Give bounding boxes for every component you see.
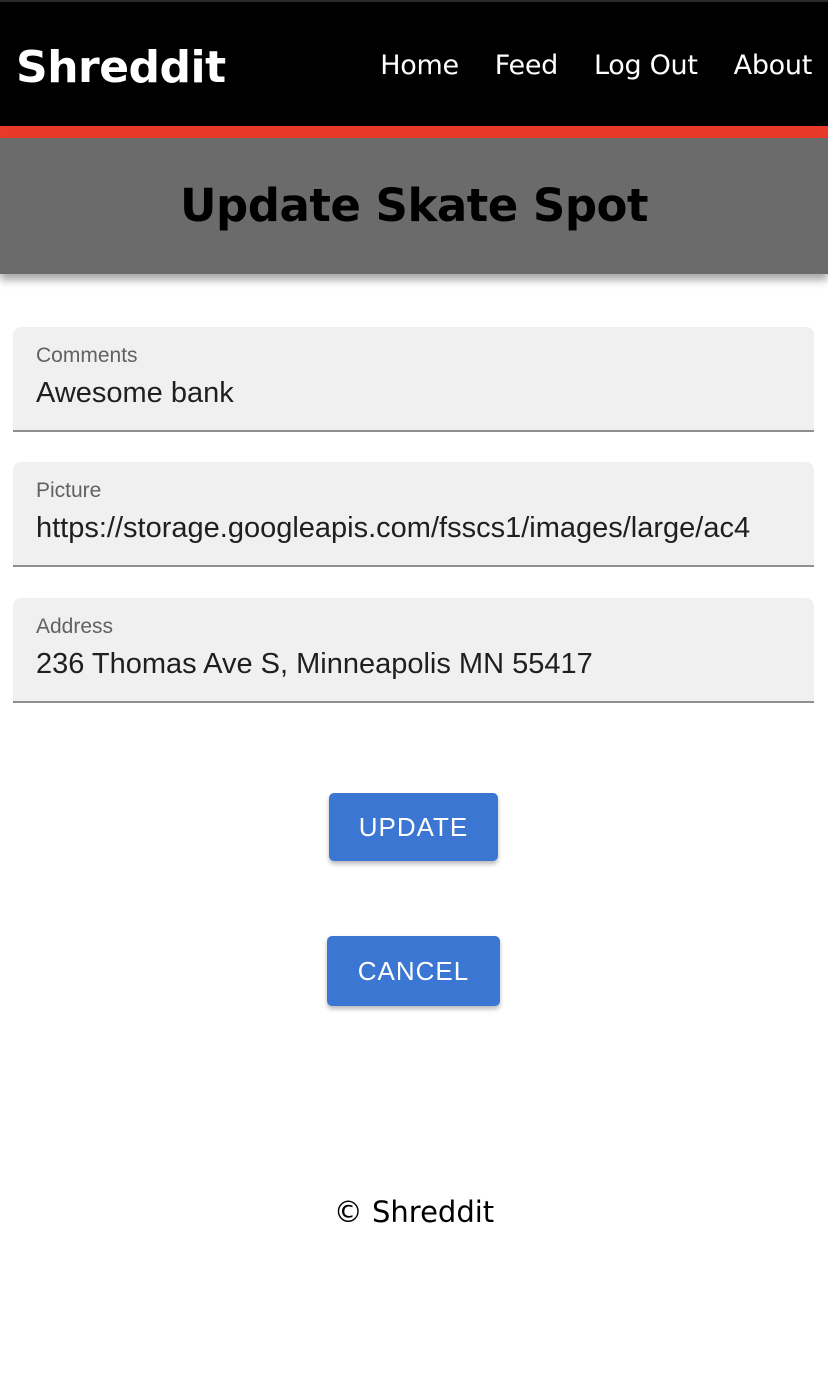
page-title: Update Skate Spot [180,179,648,232]
title-banner: Update Skate Spot [0,138,828,274]
update-button[interactable]: UPDATE [329,793,498,861]
page: Shreddit Home Feed Log Out About Update … [0,0,828,1382]
navbar-accent-stripe [0,126,828,138]
address-input[interactable] [36,644,796,684]
comments-input[interactable] [36,373,796,413]
address-field[interactable]: Address [13,598,814,703]
nav-links: Home Feed Log Out About [380,48,812,84]
brand-logo[interactable]: Shreddit [16,40,226,96]
nav-link-about[interactable]: About [734,48,813,84]
nav-link-home[interactable]: Home [380,48,459,84]
address-label: Address [36,615,114,638]
comments-label: Comments [36,344,138,367]
cancel-button[interactable]: CANCEL [327,936,500,1006]
nav-link-feed[interactable]: Feed [495,48,559,84]
picture-field[interactable]: Picture [13,462,814,567]
picture-label: Picture [36,479,102,502]
footer-copyright: © Shreddit [333,1195,495,1229]
top-navbar: Shreddit Home Feed Log Out About [0,0,828,128]
picture-input[interactable] [36,508,796,548]
comments-field[interactable]: Comments [13,327,814,432]
nav-link-log-out[interactable]: Log Out [594,48,698,84]
